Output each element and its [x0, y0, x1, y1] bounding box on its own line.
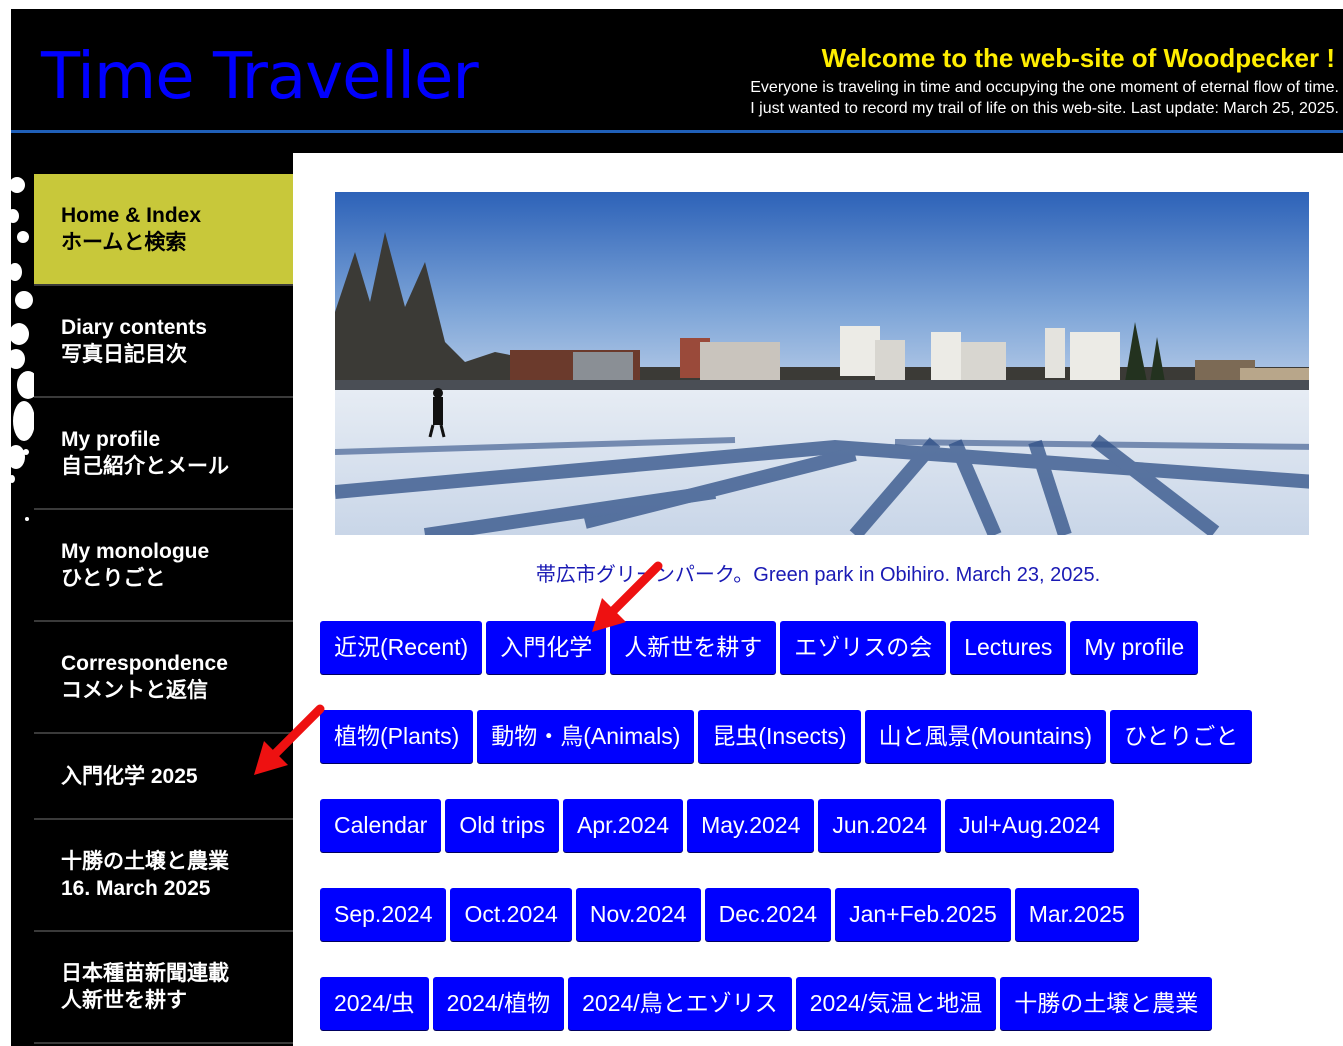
sidebar-item-sublabel: 写真日記目次	[61, 343, 187, 366]
nav-button-calendar[interactable]: Calendar	[320, 799, 442, 852]
nav-button-tokachi-soil[interactable]: 十勝の土壌と農業	[1000, 977, 1213, 1030]
nav-button-my-profile[interactable]: My profile	[1070, 621, 1199, 674]
sidebar-item-sublabel: 16. March 2025	[61, 877, 211, 900]
sidebar-item-label: My profile	[61, 428, 161, 451]
sidebar-item-sublabel: コメントと返信	[61, 679, 208, 702]
nav-button-2024-plants[interactable]: 2024/植物	[432, 977, 565, 1030]
sidebar-item-sublabel: ひとりごと	[61, 567, 166, 590]
nav-button-old-trips[interactable]: Old trips	[445, 799, 559, 852]
sidebar-item-home[interactable]: Home & Index ホームと検索	[34, 174, 293, 286]
nav-button-row-4: Sep.2024 Oct.2024 Nov.2024 Dec.2024 Jan+…	[320, 888, 1139, 941]
nav-button-sep-2024[interactable]: Sep.2024	[320, 888, 447, 941]
nav-button-monologue[interactable]: ひとりごと	[1110, 710, 1253, 763]
sidebar-menu: Home & Index ホームと検索 Diary contents 写真日記目…	[34, 174, 293, 1044]
sidebar-item-profile[interactable]: My profile 自己紹介とメール	[34, 398, 293, 510]
sidebar-item-soil[interactable]: 十勝の土壌と農業 16. March 2025	[34, 820, 293, 932]
featured-photo	[335, 192, 1309, 535]
nav-button-apr-2024[interactable]: Apr.2024	[562, 799, 684, 852]
nav-button-mountains[interactable]: 山と風景(Mountains)	[864, 710, 1106, 763]
intro-text-line-2: I just wanted to record my trail of life…	[750, 100, 1339, 117]
nav-button-animals[interactable]: 動物・鳥(Animals)	[477, 710, 695, 763]
nav-button-dec-2024[interactable]: Dec.2024	[704, 888, 832, 941]
intro-text-line-1: Everyone is traveling in time and occupy…	[750, 79, 1339, 96]
red-arrow-icon	[254, 704, 325, 775]
nav-button-nov-2024[interactable]: Nov.2024	[575, 888, 701, 941]
nav-button-recent[interactable]: 近況(Recent)	[320, 621, 483, 674]
nav-button-jun-2024[interactable]: Jun.2024	[818, 799, 942, 852]
sidebar-item-seed-newspaper[interactable]: 日本種苗新聞連載 人新世を耕す	[34, 932, 293, 1044]
nav-button-row-3: Calendar Old trips Apr.2024 May.2024 Jun…	[320, 799, 1115, 852]
nav-button-row-5: 2024/虫 2024/植物 2024/鳥とエゾリス 2024/気温と地温 十勝…	[320, 977, 1213, 1030]
nav-button-may-2024[interactable]: May.2024	[687, 799, 815, 852]
nav-button-mar-2025[interactable]: Mar.2025	[1014, 888, 1139, 941]
sidebar-item-label: Diary contents	[61, 316, 207, 339]
sidebar-item-sublabel: 人新世を耕す	[61, 989, 187, 1012]
photo-caption: 帯広市グリーンパーク。Green park in Obihiro. March …	[535, 564, 1101, 586]
nav-button-2024-birds-squirrels[interactable]: 2024/鳥とエゾリス	[568, 977, 792, 1030]
sidebar-item-label: Home & Index	[61, 204, 202, 227]
sidebar-item-label: My monologue	[61, 540, 210, 563]
sidebar-item-sublabel: ホームと検索	[61, 231, 187, 254]
nav-button-jan-feb-2025[interactable]: Jan+Feb.2025	[835, 888, 1011, 941]
main-content: 帯広市グリーンパーク。Green park in Obihiro. March …	[293, 153, 1343, 1046]
sidebar-item-label: 十勝の土壌と農業	[61, 850, 229, 873]
nav-button-lectures[interactable]: Lectures	[950, 621, 1067, 674]
nav-button-insects[interactable]: 昆虫(Insects)	[698, 710, 861, 763]
site-title[interactable]: Time Traveller	[41, 37, 479, 117]
red-arrow-icon	[592, 561, 663, 632]
nav-button-row-2: 植物(Plants) 動物・鳥(Animals) 昆虫(Insects) 山と風…	[320, 710, 1253, 763]
nav-button-ezo-squirrel[interactable]: エゾリスの会	[780, 621, 947, 674]
welcome-heading: Welcome to the web-site of Woodpecker !	[821, 43, 1335, 73]
nav-button-jul-aug-2024[interactable]: Jul+Aug.2024	[945, 799, 1115, 852]
nav-button-row-1: 近況(Recent) 入門化学 人新世を耕す エゾリスの会 Lectures M…	[320, 621, 1199, 674]
sidebar-item-label: 日本種苗新聞連載	[61, 962, 229, 985]
nav-button-2024-temperature[interactable]: 2024/気温と地温	[795, 977, 997, 1030]
nav-button-2024-insects[interactable]: 2024/虫	[320, 977, 429, 1030]
sidebar-item-label: Correspondence	[61, 652, 228, 675]
site-header: Time Traveller Welcome to the web-site o…	[11, 9, 1343, 130]
sidebar-item-diary[interactable]: Diary contents 写真日記目次	[34, 286, 293, 398]
header-gap	[11, 133, 1343, 153]
sidebar-item-monologue[interactable]: My monologue ひとりごと	[34, 510, 293, 622]
nav-button-plants[interactable]: 植物(Plants)	[320, 710, 474, 763]
sidebar-item-sublabel: 自己紹介とメール	[61, 455, 229, 478]
nav-button-oct-2024[interactable]: Oct.2024	[450, 888, 572, 941]
